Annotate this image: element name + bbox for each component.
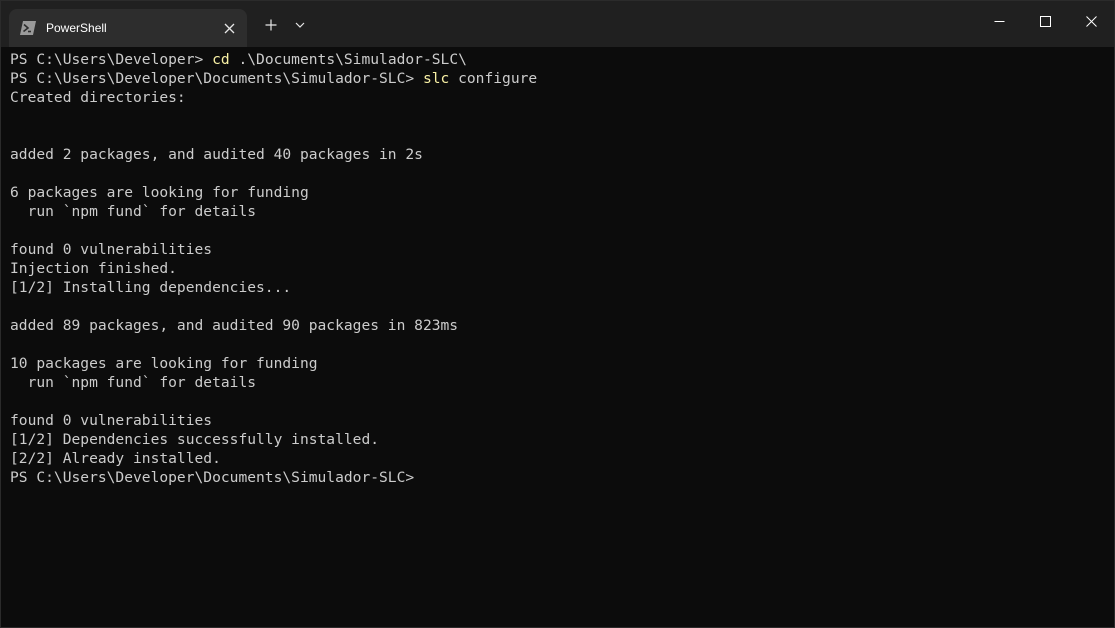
output-line: run `npm fund` for details (10, 374, 257, 391)
command-args: configure (449, 70, 538, 87)
output-line: added 89 packages, and audited 90 packag… (10, 317, 459, 334)
prompt-line: PS C:\Users\Developer\Documents\Simulado… (10, 468, 1114, 487)
prompt-text: PS C:\Users\Developer\Documents\Simulado… (10, 469, 415, 486)
close-icon (1085, 15, 1097, 27)
output-line: added 2 packages, and audited 40 package… (10, 146, 423, 163)
maximize-button[interactable] (1022, 1, 1068, 41)
output-line: 6 packages are looking for funding (10, 184, 309, 201)
prompt-line: PS C:\Users\Developer\Documents\Simulado… (10, 69, 1114, 88)
powershell-icon (20, 20, 36, 36)
command-text: slc (422, 70, 450, 87)
output-line: 10 packages are looking for funding (10, 355, 318, 372)
prompt-text: PS C:\Users\Developer> (10, 51, 213, 68)
terminal-window: PowerShell PS C:\Users\Developer> cd .\D… (0, 0, 1115, 628)
prompt-line: PS C:\Users\Developer> cd .\Documents\Si… (10, 50, 1114, 69)
plus-icon (265, 19, 277, 31)
output-line: Injection finished. (10, 260, 177, 277)
prompt-text: PS C:\Users\Developer\Documents\Simulado… (10, 70, 423, 87)
tab-powershell[interactable]: PowerShell (9, 9, 247, 47)
minimize-button[interactable] (976, 1, 1022, 41)
output-line: run `npm fund` for details (10, 203, 257, 220)
terminal-output[interactable]: PS C:\Users\Developer> cd .\Documents\Si… (10, 50, 1114, 627)
chevron-down-icon (295, 22, 305, 28)
output-line: Created directories: (10, 89, 186, 106)
profile-dropdown-button[interactable] (289, 12, 311, 38)
close-window-button[interactable] (1068, 1, 1114, 41)
maximize-icon (1039, 15, 1051, 27)
close-icon[interactable] (215, 14, 243, 42)
output-line: found 0 vulnerabilities (10, 241, 213, 258)
command-text: cd (212, 51, 230, 68)
output-line: found 0 vulnerabilities (10, 412, 213, 429)
new-tab-button[interactable] (258, 12, 284, 38)
tab-title: PowerShell (46, 21, 107, 35)
title-bar[interactable]: PowerShell (1, 1, 1114, 47)
command-args: .\Documents\Simulador-SLC\ (229, 51, 467, 68)
output-line: [1/2] Installing dependencies... (10, 279, 292, 296)
output-line: [1/2] Dependencies successfully installe… (10, 431, 380, 448)
minimize-icon (994, 20, 1004, 22)
output-line: [2/2] Already installed. (10, 450, 221, 467)
